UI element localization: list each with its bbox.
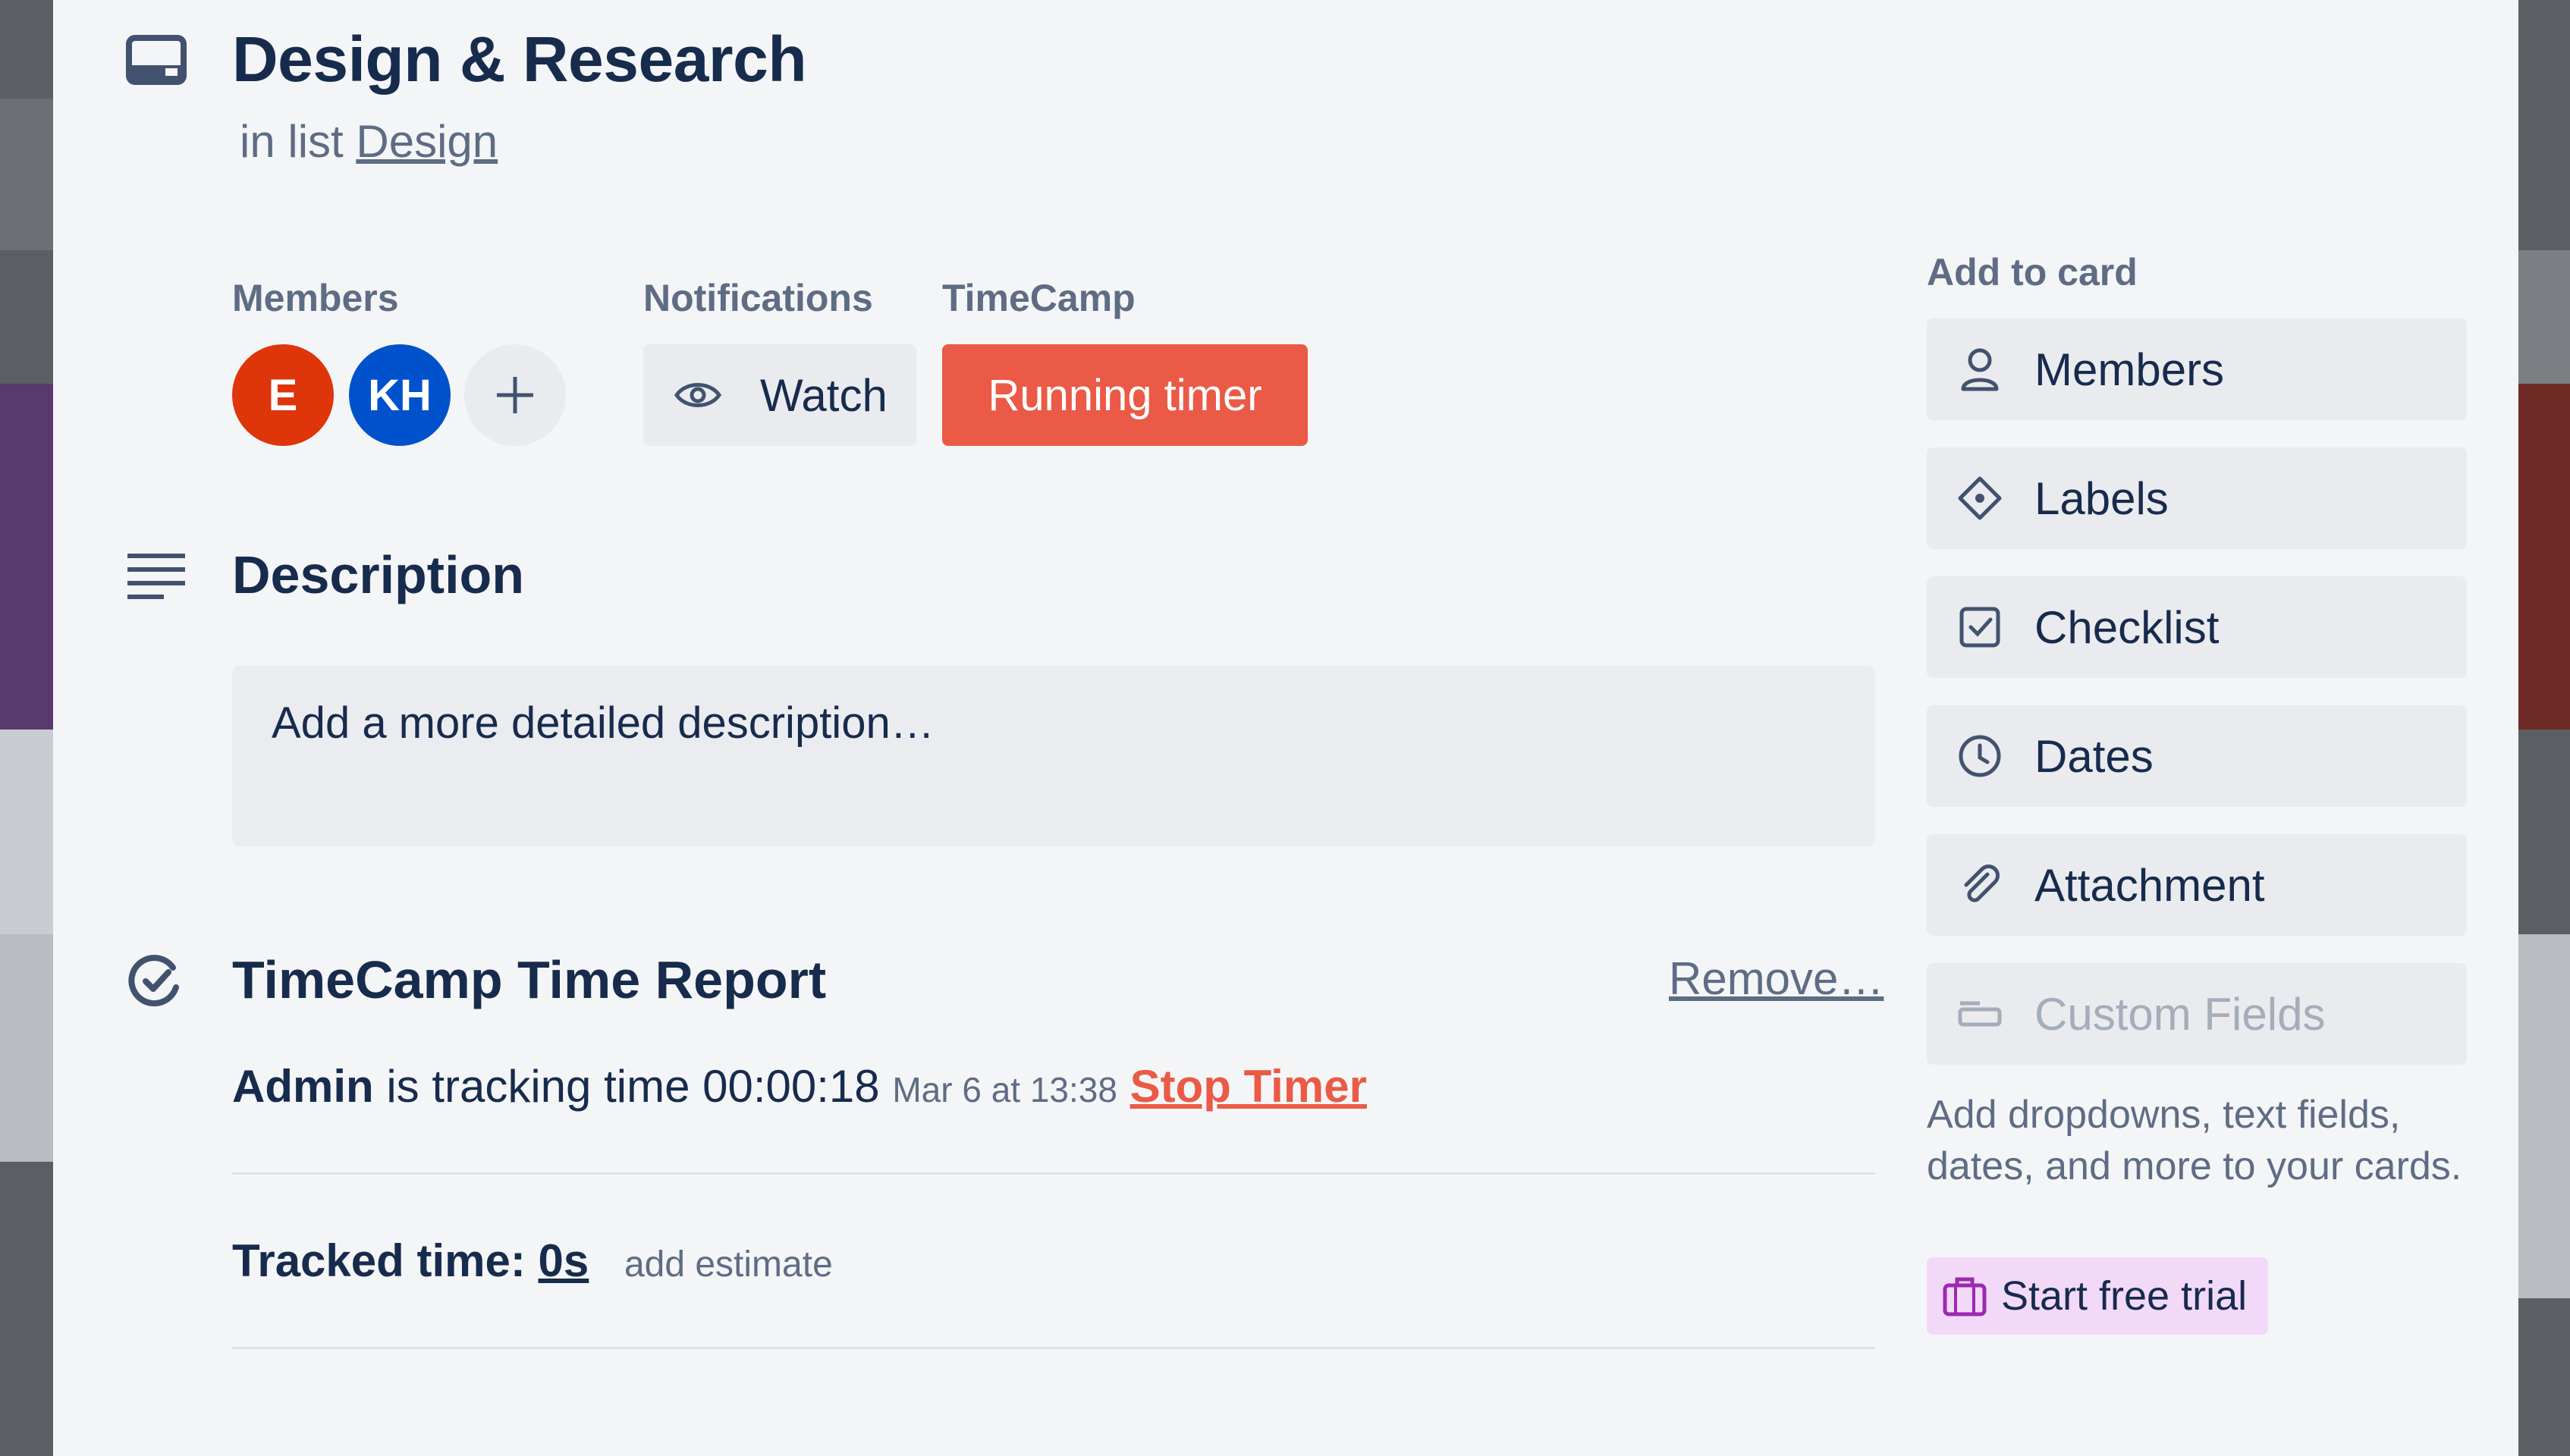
sidebar-dates-label: Dates <box>2034 730 2154 782</box>
eye-icon <box>674 383 722 407</box>
field-icon <box>1956 990 2004 1038</box>
sidebar-checklist-button[interactable]: Checklist <box>1927 576 2467 678</box>
avatar[interactable]: KH <box>349 344 451 446</box>
tag-icon <box>1956 474 2004 522</box>
plus-icon <box>497 377 533 413</box>
elapsed-time: 00:00:18 <box>702 1061 880 1112</box>
sidebar-custom-fields-label: Custom Fields <box>2034 988 2326 1040</box>
custom-fields-note: Add dropdowns, text fields, dates, and m… <box>1927 1093 2462 1188</box>
add-member-button[interactable] <box>464 344 566 446</box>
notifications-label: Notifications <box>643 277 873 319</box>
card-detail-modal: Design & Research in list Design Members… <box>53 0 2518 1456</box>
card-title[interactable]: Design & Research <box>232 23 807 96</box>
list-link[interactable]: Design <box>356 116 498 167</box>
start-free-trial-label: Start free trial <box>2001 1273 2248 1319</box>
start-free-trial-button[interactable]: Start free trial <box>1927 1257 2268 1335</box>
stop-timer-link[interactable]: Stop Timer <box>1130 1061 1367 1112</box>
members-label: Members <box>232 277 399 319</box>
avatar[interactable]: E <box>232 344 334 446</box>
sidebar-checklist-label: Checklist <box>2034 601 2220 653</box>
description-heading: Description <box>232 545 525 604</box>
checkbox-icon <box>1956 603 2004 651</box>
briefcase-icon <box>1943 1277 1987 1316</box>
sidebar-labels-button[interactable]: Labels <box>1927 447 2467 549</box>
remove-link[interactable]: Remove… <box>1669 952 1884 1005</box>
add-estimate-link[interactable]: add estimate <box>624 1244 833 1285</box>
card-icon <box>126 35 187 88</box>
time-report-heading: TimeCamp Time Report <box>232 950 827 1009</box>
in-list-text: in list Design <box>240 115 498 168</box>
start-time: Mar 6 at 13:38 <box>892 1070 1117 1109</box>
sidebar-custom-fields-button[interactable]: Custom Fields <box>1927 963 2467 1065</box>
tracking-user: Admin <box>232 1061 374 1112</box>
watch-label: Watch <box>760 369 888 421</box>
sidebar-attachment-label: Attachment <box>2034 859 2265 911</box>
description-input[interactable]: Add a more detailed description… <box>232 666 1875 846</box>
tracked-time-value[interactable]: 0s <box>539 1235 589 1286</box>
description-icon <box>126 552 187 601</box>
tracking-text: is tracking time <box>386 1061 690 1112</box>
watch-button[interactable]: Watch <box>643 344 916 446</box>
clock-icon <box>1956 732 2004 780</box>
in-list-prefix: in list <box>240 116 344 167</box>
person-icon <box>1956 345 2004 394</box>
running-timer-button[interactable]: Running timer <box>942 344 1308 446</box>
timecamp-label: TimeCamp <box>942 277 1136 319</box>
sidebar-attachment-button[interactable]: Attachment <box>1927 834 2467 936</box>
tracking-status: Admin is tracking time 00:00:18 Mar 6 at… <box>232 1060 1367 1112</box>
add-to-card-heading: Add to card <box>1927 251 2138 293</box>
sidebar-dates-button[interactable]: Dates <box>1927 705 2467 807</box>
divider <box>232 1347 1875 1349</box>
sidebar-members-button[interactable]: Members <box>1927 318 2467 420</box>
paperclip-icon <box>1956 861 2004 909</box>
timecamp-logo-icon <box>126 952 184 1010</box>
sidebar-labels-label: Labels <box>2034 472 2169 524</box>
divider <box>232 1172 1875 1175</box>
tracked-time-row: Tracked time: 0s add estimate <box>232 1235 833 1287</box>
tracked-time-label: Tracked time: <box>232 1235 526 1286</box>
sidebar-members-label: Members <box>2034 344 2225 395</box>
